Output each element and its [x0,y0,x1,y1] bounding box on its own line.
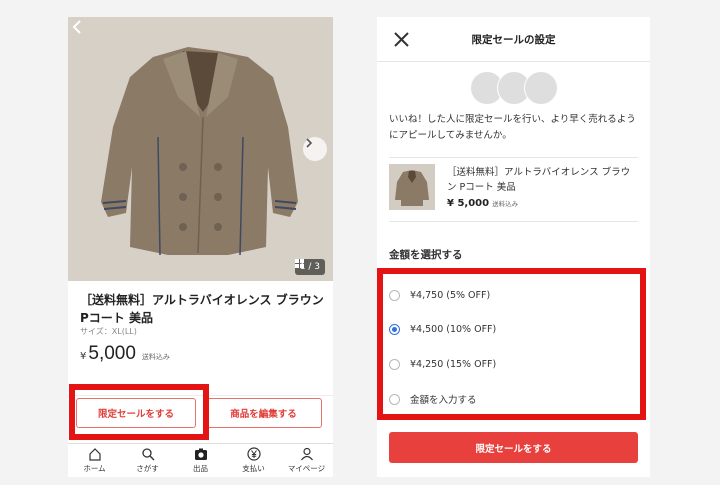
item-title: ［送料無料］アルトラバイオレンス ブラウン Pコート 美品 [447,167,631,193]
edit-item-button[interactable]: 商品を編集する [205,398,322,428]
grid-icon [294,259,304,268]
camera-icon [194,448,207,460]
tab-mypage[interactable]: マイページ [280,444,333,477]
tab-sell[interactable]: 出品 [174,444,227,477]
product-price: ¥ 5,000 送料込み [80,343,170,365]
modal-header: 限定セールの設定 [377,17,650,62]
chevron-left-icon[interactable] [68,17,88,37]
currency-symbol: ¥ [80,351,87,362]
liked-users-avatars [470,71,560,105]
tab-label: 支払い [242,464,265,473]
tab-label: マイページ [287,464,326,473]
bottom-tab-bar: ホーム さがす 出品 支払い マイページ [68,443,333,477]
tab-label: ホーム [83,464,106,473]
shipping-label: 送料込み [141,353,170,361]
product-title: ［送料無料］アルトラバイオレンス ブラウン Pコート 美品 [80,293,324,325]
tab-label: さがす [136,464,159,473]
product-size: サイズ：XL(LL) [80,327,137,336]
item-price-amount: ¥ 5,000 [447,198,490,209]
divider [389,157,638,158]
search-icon [141,448,154,461]
tab-home[interactable]: ホーム [68,444,121,477]
price-amount: 5,000 [88,343,136,364]
coat-thumbnail-image [389,164,435,210]
person-icon [300,447,313,461]
highlight-frame [69,384,209,440]
avatar [524,71,558,105]
divider [389,221,638,222]
tab-payment[interactable]: 支払い [227,444,280,477]
item-shipping-label: 送料込み [492,200,519,208]
tab-label: 出品 [193,464,208,473]
item-thumbnail [389,164,435,210]
promo-text: いいね！した人に限定セールを行い、より早く売れるようにアピールしてみませんか。 [389,114,636,141]
modal-title: 限定セールの設定 [471,33,556,46]
photo-page-indicator: 1 / 3 [294,259,325,275]
choose-amount-label: 金額を選択する [389,249,463,261]
tab-search[interactable]: さがす [121,444,174,477]
chevron-right-icon [306,138,313,148]
next-photo-button[interactable] [303,137,327,161]
product-photo[interactable]: 1 / 3 [68,17,333,281]
close-icon[interactable] [393,31,410,48]
highlight-frame [377,268,646,420]
home-icon [88,448,101,461]
item-price: ¥ 5,000 送料込み [447,198,518,209]
coat-image [68,17,333,281]
yen-icon [246,447,261,461]
submit-limited-sale-button[interactable]: 限定セールをする [389,432,638,463]
